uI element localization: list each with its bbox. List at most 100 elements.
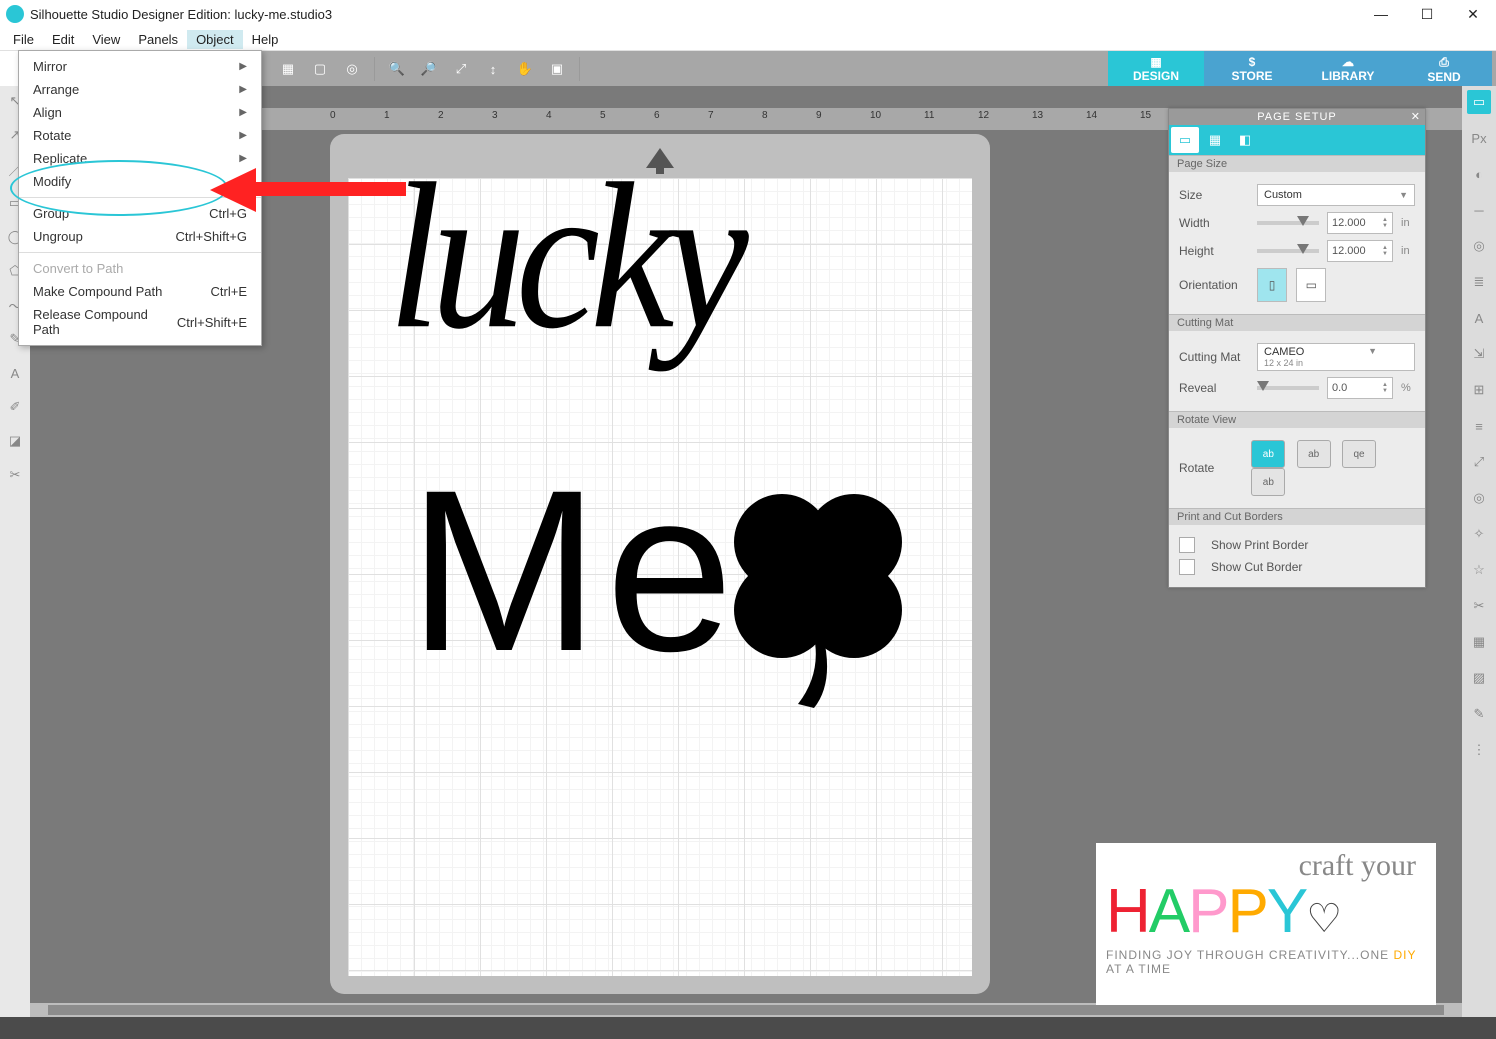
align-icon[interactable]: ≡ xyxy=(1467,414,1491,438)
stipple-icon[interactable]: ⋮ xyxy=(1467,738,1491,762)
orientation-landscape-button[interactable]: ▭ xyxy=(1296,268,1326,302)
size-dropdown[interactable]: Custom▼ xyxy=(1257,184,1415,206)
zoom-out-icon[interactable]: 🔎 xyxy=(417,57,441,81)
sec-rotate-view: Rotate View xyxy=(1169,411,1425,428)
tool-icon[interactable]: ◎ xyxy=(340,57,364,81)
panel-tabs: ▭ ▦ ◧ xyxy=(1169,125,1425,155)
size-label: Size xyxy=(1179,188,1249,202)
note-tool-icon[interactable]: ✐ xyxy=(4,396,26,418)
scale-icon[interactable]: ⤢ xyxy=(1467,450,1491,474)
menu-object[interactable]: Object xyxy=(187,30,243,49)
mat-dropdown[interactable]: CAMEO 12 x 24 in ▼ xyxy=(1257,343,1415,371)
pan-icon[interactable]: ✋ xyxy=(513,57,537,81)
rotate-0-button[interactable]: ab xyxy=(1251,440,1285,468)
star-icon[interactable]: ☆ xyxy=(1467,558,1491,582)
trace-icon[interactable]: ◎ xyxy=(1467,234,1491,258)
dd-ungroup[interactable]: UngroupCtrl+Shift+G xyxy=(19,225,261,248)
status-bar xyxy=(0,1017,1496,1039)
scrollbar-horizontal[interactable] xyxy=(30,1003,1462,1017)
dd-align[interactable]: Align▶ xyxy=(19,101,261,124)
page-setup-icon[interactable]: ▭ xyxy=(1467,90,1491,114)
zoom-selection-icon[interactable]: ⤢ xyxy=(449,57,473,81)
height-slider[interactable] xyxy=(1257,249,1319,253)
height-input[interactable]: 12.000▲▼ xyxy=(1327,240,1393,262)
transform-icon[interactable]: ⇲ xyxy=(1467,342,1491,366)
title-bar: Silhouette Studio Designer Edition: luck… xyxy=(0,0,1496,28)
app-logo xyxy=(6,5,24,23)
dd-rotate[interactable]: Rotate▶ xyxy=(19,124,261,147)
cut-border-label: Show Cut Border xyxy=(1211,560,1302,574)
width-input[interactable]: 12.000▲▼ xyxy=(1327,212,1393,234)
reveal-slider[interactable] xyxy=(1257,386,1319,390)
dd-make-compound[interactable]: Make Compound PathCtrl+E xyxy=(19,280,261,303)
page-setup-panel: PAGE SETUP ✕ ▭ ▦ ◧ Page Size Size Custom… xyxy=(1168,108,1426,588)
print-border-label: Show Print Border xyxy=(1211,538,1308,552)
zoom-drag-icon[interactable]: ↕ xyxy=(481,57,505,81)
dd-release-compound[interactable]: Release Compound PathCtrl+Shift+E xyxy=(19,303,261,341)
menu-view[interactable]: View xyxy=(83,30,129,49)
panel-close-icon[interactable]: ✕ xyxy=(1411,110,1421,123)
text-style-icon[interactable]: A xyxy=(1467,306,1491,330)
text-tool-icon[interactable]: A xyxy=(4,362,26,384)
tab-store[interactable]: $STORE xyxy=(1204,51,1300,87)
width-label: Width xyxy=(1179,216,1249,230)
design-text-me[interactable]: Me xyxy=(408,438,740,703)
zoom-in-icon[interactable]: 🔍 xyxy=(385,57,409,81)
watermark-logo: craft your HAPPY♡ FINDING JOY THROUGH CR… xyxy=(1096,843,1436,1005)
sec-borders: Print and Cut Borders xyxy=(1169,508,1425,525)
maximize-button[interactable]: ☐ xyxy=(1404,0,1450,28)
knife-panel-icon[interactable]: ✂ xyxy=(1467,594,1491,618)
print-border-checkbox[interactable] xyxy=(1179,537,1195,553)
select-all-icon[interactable]: ▦ xyxy=(276,57,300,81)
knife-tool-icon[interactable]: ✂ xyxy=(4,464,26,486)
design-page[interactable]: lucky Me xyxy=(348,178,972,976)
sketch-icon[interactable]: ✎ xyxy=(1467,702,1491,726)
menu-file[interactable]: File xyxy=(4,30,43,49)
right-toolbar: ▭ Px ◐ ─ ◎ ≣ A ⇲ ⊞ ≡ ⤢ ◎ ✧ ☆ ✂ ▦ ▨ ✎ ⋮ xyxy=(1462,86,1496,1017)
pixscan-icon[interactable]: Px xyxy=(1467,126,1491,150)
rotate-label: Rotate xyxy=(1179,461,1243,475)
orientation-portrait-button[interactable]: ▯ xyxy=(1257,268,1287,302)
tab-send[interactable]: ⎙SEND xyxy=(1396,51,1492,87)
minimize-button[interactable]: — xyxy=(1358,0,1404,28)
offset-icon[interactable]: ◎ xyxy=(1467,486,1491,510)
fit-page-icon[interactable]: ▣ xyxy=(545,57,569,81)
window-title: Silhouette Studio Designer Edition: luck… xyxy=(30,7,332,22)
image-effects-icon[interactable]: ▨ xyxy=(1467,666,1491,690)
dd-arrange[interactable]: Arrange▶ xyxy=(19,78,261,101)
cut-border-checkbox[interactable] xyxy=(1179,559,1195,575)
deselect-icon[interactable]: ▢ xyxy=(308,57,332,81)
panel-title: PAGE SETUP ✕ xyxy=(1169,109,1425,125)
rotate-270-button[interactable]: ab xyxy=(1251,468,1285,496)
panel-tab-grid[interactable]: ▦ xyxy=(1201,127,1229,153)
design-shamrock[interactable] xyxy=(718,478,918,708)
rotate-180-button[interactable]: qe xyxy=(1342,440,1376,468)
menu-bar: File Edit View Panels Object Help xyxy=(0,28,1496,51)
panel-tab-page[interactable]: ▭ xyxy=(1171,127,1199,153)
nesting-icon[interactable]: ▦ xyxy=(1467,630,1491,654)
orientation-label: Orientation xyxy=(1179,278,1249,292)
line-style-icon[interactable]: ─ xyxy=(1467,198,1491,222)
sec-page-size: Page Size xyxy=(1169,155,1425,172)
fill-icon[interactable]: ◐ xyxy=(1467,162,1491,186)
menu-panels[interactable]: Panels xyxy=(129,30,187,49)
design-text-lucky[interactable]: lucky xyxy=(388,137,739,377)
panel-tab-reg[interactable]: ◧ xyxy=(1231,127,1259,153)
rotate-90-button[interactable]: ab xyxy=(1297,440,1331,468)
dd-mirror[interactable]: Mirror▶ xyxy=(19,55,261,78)
eraser-tool-icon[interactable]: ◪ xyxy=(4,430,26,452)
mat-label: Cutting Mat xyxy=(1179,350,1249,364)
height-label: Height xyxy=(1179,244,1249,258)
layers-icon[interactable]: ≣ xyxy=(1467,270,1491,294)
replicate-icon[interactable]: ⊞ xyxy=(1467,378,1491,402)
close-button[interactable]: ✕ xyxy=(1450,0,1496,28)
dd-convert-path: Convert to Path xyxy=(19,257,261,280)
modify-icon[interactable]: ✧ xyxy=(1467,522,1491,546)
tab-library[interactable]: ☁LIBRARY xyxy=(1300,51,1396,87)
tab-design[interactable]: ▦DESIGN xyxy=(1108,51,1204,87)
width-slider[interactable] xyxy=(1257,221,1319,225)
reveal-input[interactable]: 0.0▲▼ xyxy=(1327,377,1393,399)
menu-edit[interactable]: Edit xyxy=(43,30,83,49)
menu-help[interactable]: Help xyxy=(243,30,288,49)
sec-cutting-mat: Cutting Mat xyxy=(1169,314,1425,331)
